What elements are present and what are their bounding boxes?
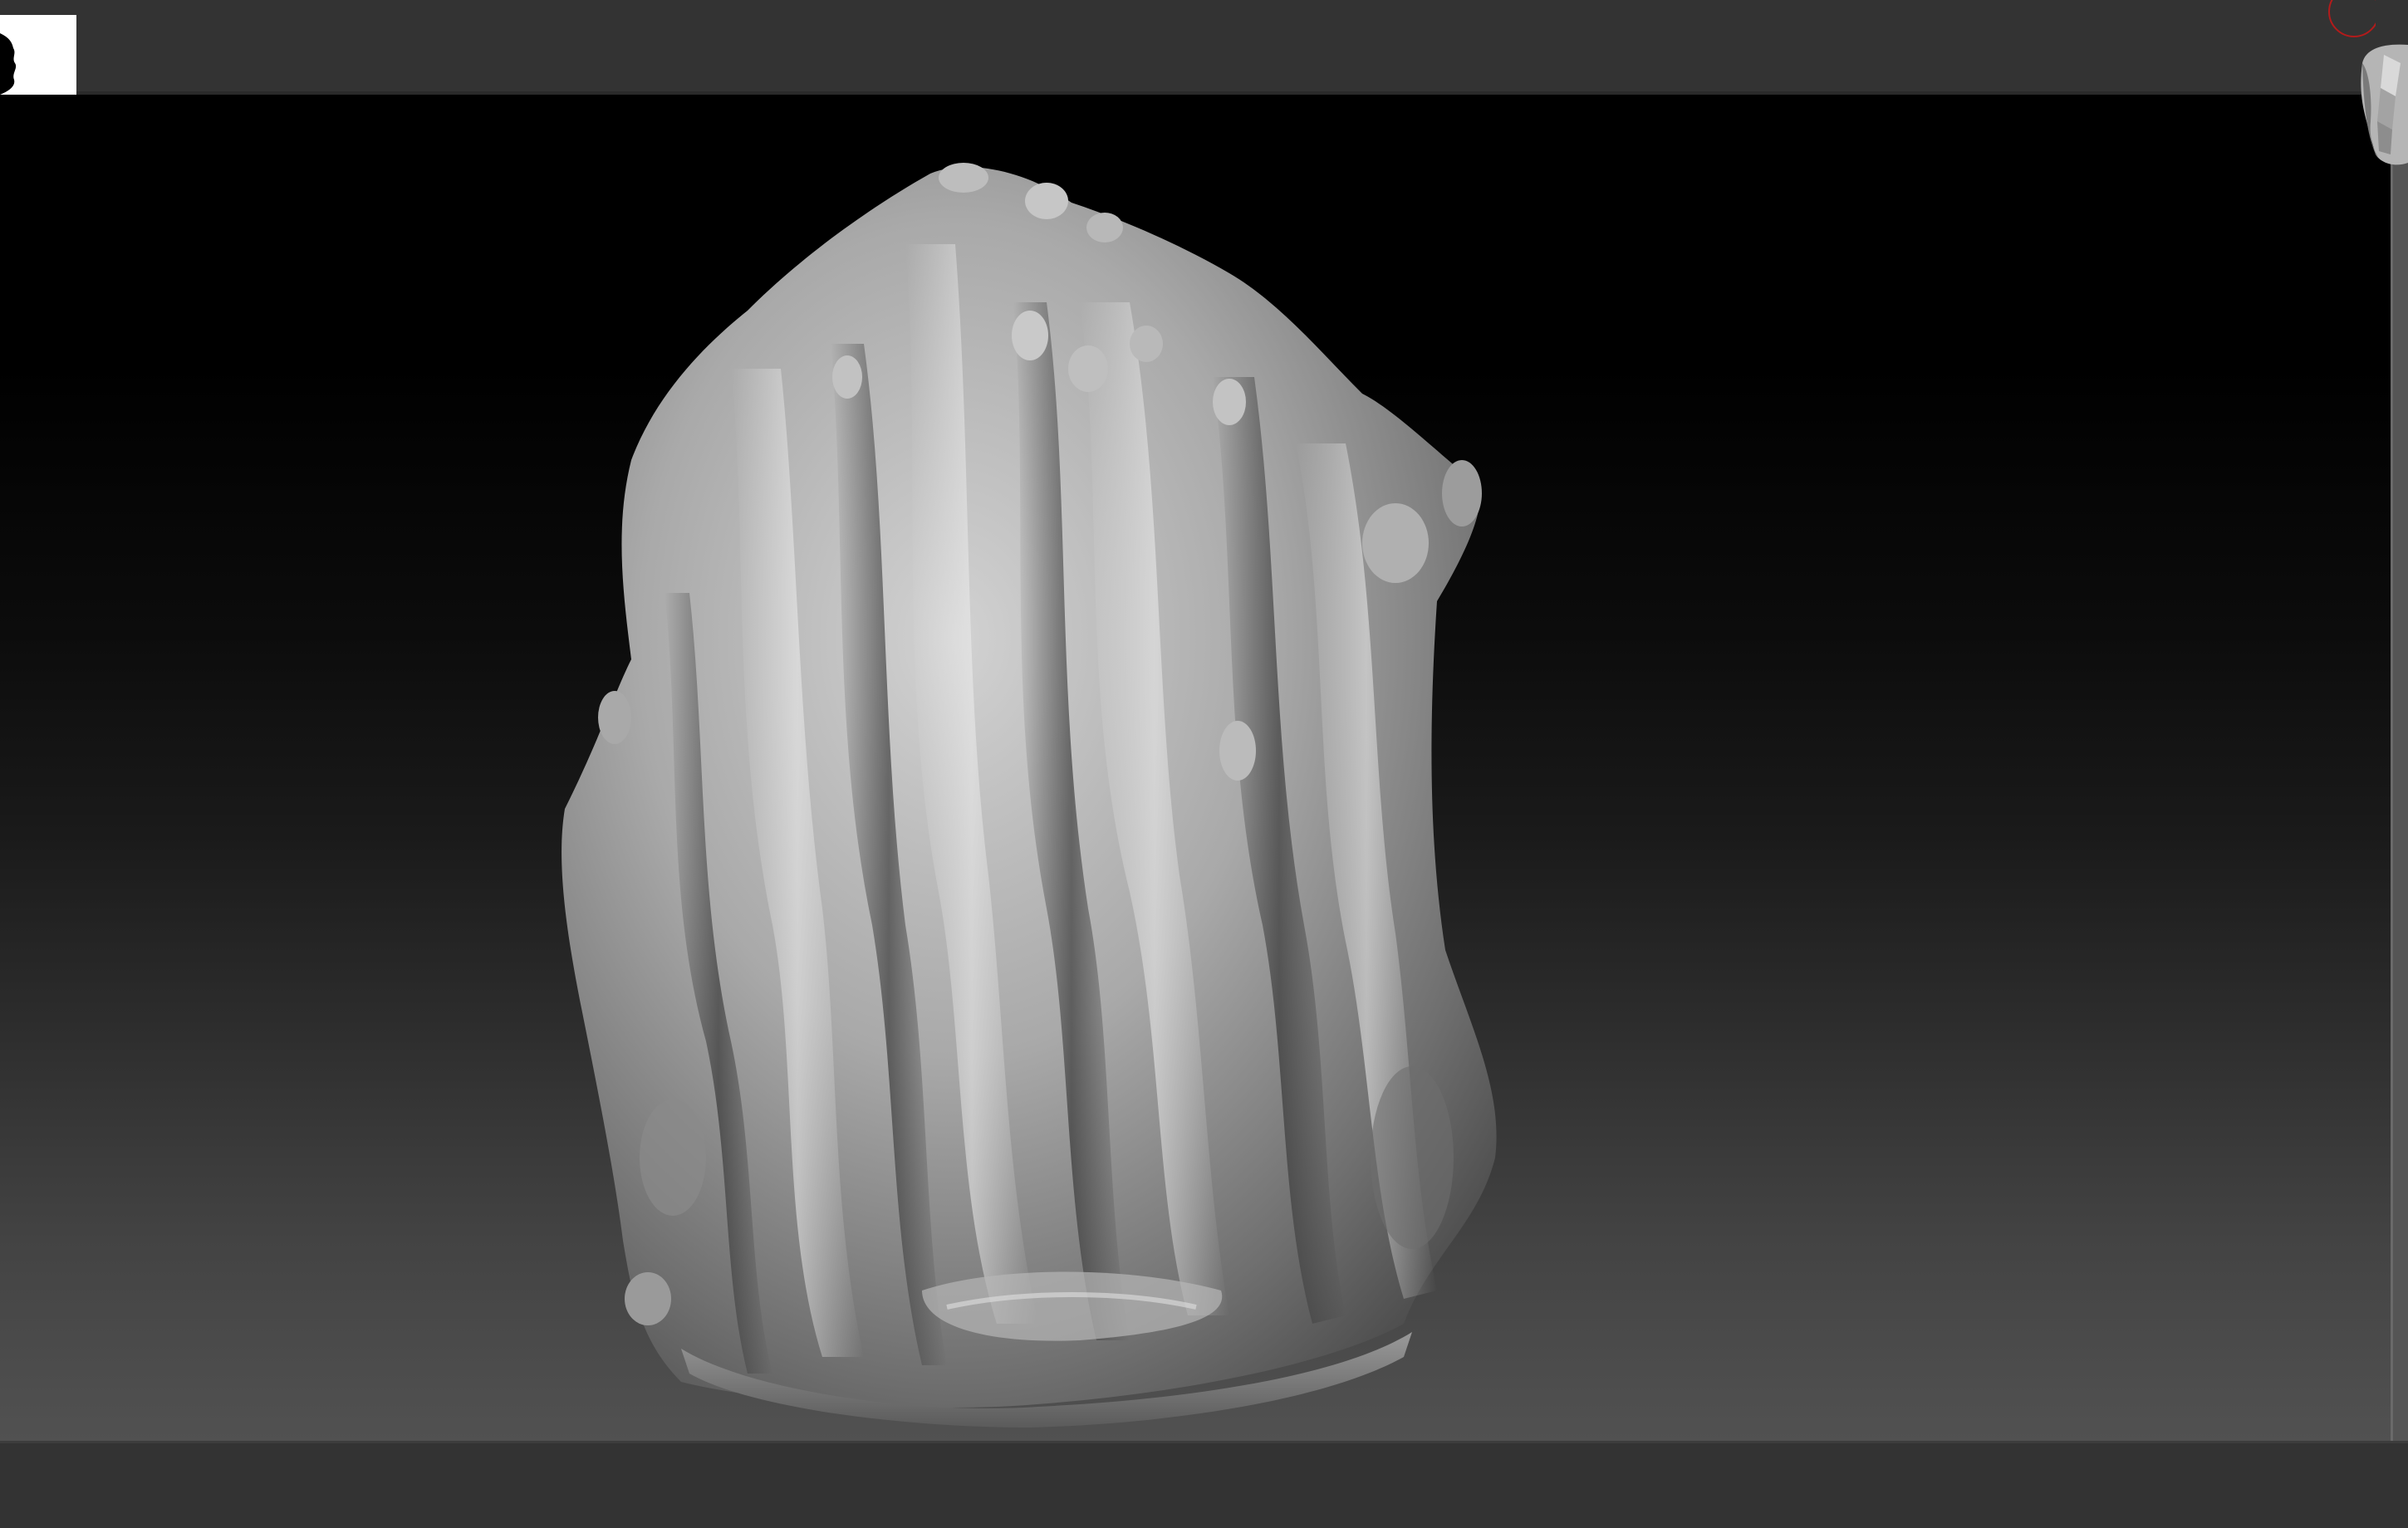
floor-circle-icon[interactable] bbox=[2326, 0, 2376, 40]
bottom-divider bbox=[0, 1441, 2408, 1443]
document-canvas[interactable] bbox=[0, 95, 2391, 1441]
sculpting-app-window bbox=[0, 0, 2408, 1528]
top-toolbar bbox=[0, 0, 2408, 95]
alpha-brush-icon[interactable] bbox=[0, 15, 76, 105]
sculpted-mesh[interactable] bbox=[0, 95, 2391, 1441]
bottom-shelf bbox=[0, 1441, 2408, 1528]
viewport-edge-line bbox=[2391, 95, 2393, 1441]
head-navigation-gizmo-icon[interactable] bbox=[2351, 38, 2408, 179]
viewport-right-border bbox=[2391, 95, 2408, 1441]
